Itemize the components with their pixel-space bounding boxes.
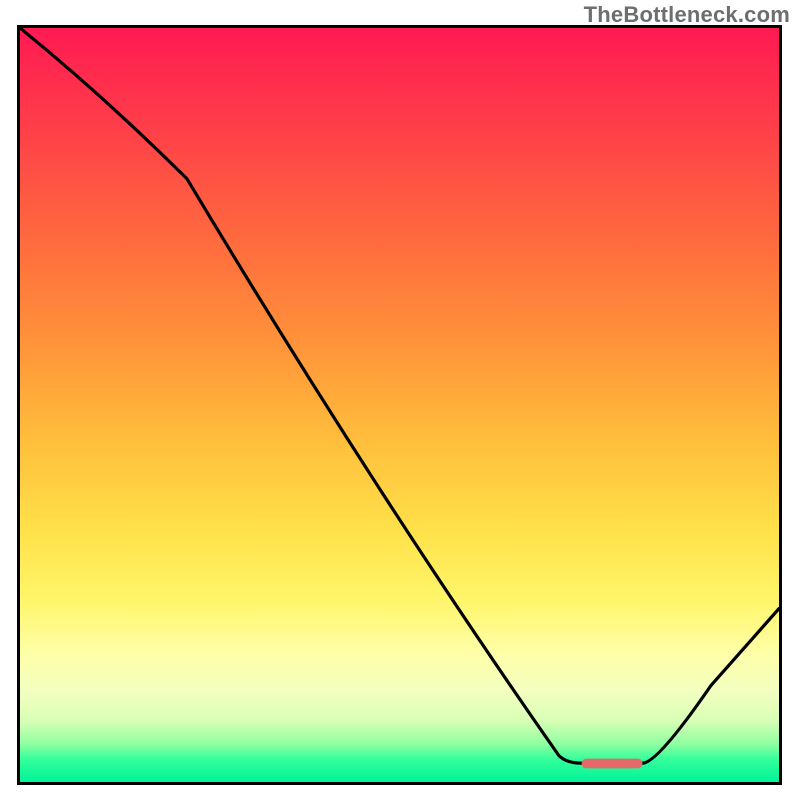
optimal-range-marker [582,759,643,769]
chart-container: TheBottleneck.com [0,0,800,800]
plot-area [17,25,782,785]
bottleneck-curve [20,28,779,782]
curve-path [20,28,779,763]
